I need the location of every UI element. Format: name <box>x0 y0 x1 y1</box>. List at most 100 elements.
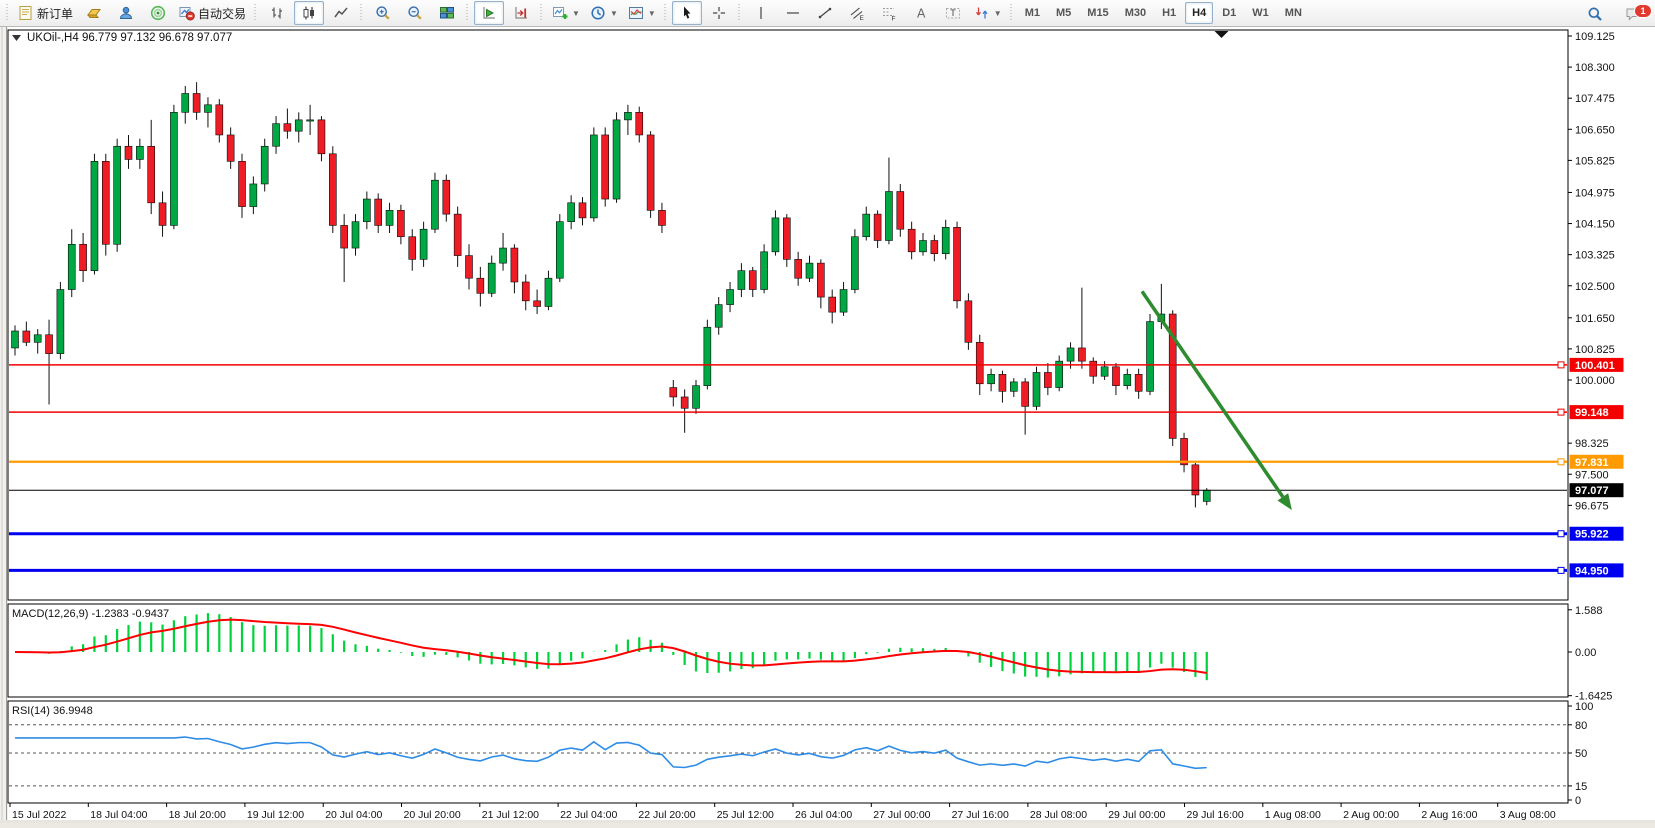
algo-trading-button[interactable]: 自动交易 <box>175 1 250 25</box>
candle <box>500 248 507 263</box>
periods-button[interactable]: ▼ <box>586 1 622 25</box>
text-button[interactable]: A <box>906 1 936 25</box>
candle <box>397 210 404 236</box>
candle <box>307 120 314 121</box>
candle <box>670 388 677 397</box>
community-icon <box>118 5 134 21</box>
candle <box>273 124 280 147</box>
search-icon <box>1587 6 1603 22</box>
svg-text:29 Jul 00:00: 29 Jul 00:00 <box>1108 809 1165 821</box>
timeframe-h1-button[interactable]: H1 <box>1155 2 1183 24</box>
timeframe-m1-button[interactable]: M1 <box>1018 2 1047 24</box>
candle <box>851 237 858 290</box>
community-button[interactable] <box>111 1 141 25</box>
svg-text:0: 0 <box>1575 795 1581 807</box>
crosshair-button[interactable] <box>704 1 734 25</box>
new-order-icon <box>18 5 34 21</box>
timeframe-w1-button[interactable]: W1 <box>1245 2 1276 24</box>
text-icon: A <box>913 5 929 21</box>
candle <box>466 256 473 279</box>
candle <box>216 105 223 135</box>
trendline-button[interactable] <box>810 1 840 25</box>
candle <box>341 225 348 248</box>
notifications-button[interactable]: 1 <box>1618 2 1648 26</box>
candle <box>477 278 484 293</box>
search-button[interactable] <box>1580 2 1610 26</box>
svg-text:95.922: 95.922 <box>1575 529 1609 541</box>
auto-scroll-button[interactable] <box>474 1 504 25</box>
chart-shift-button[interactable] <box>506 1 536 25</box>
toolbar-grip <box>359 4 363 22</box>
autoscroll-icon <box>481 5 497 21</box>
dropdown-caret-icon: ▼ <box>994 9 1002 18</box>
timeframe-m30-button[interactable]: M30 <box>1118 2 1153 24</box>
horizontal-line-button[interactable] <box>778 1 808 25</box>
candle <box>80 244 87 270</box>
candle <box>159 203 166 226</box>
svg-text:20 Jul 04:00: 20 Jul 04:00 <box>325 809 382 821</box>
new-order-button-label: 新订单 <box>37 5 73 22</box>
timeframe-d1-button[interactable]: D1 <box>1215 2 1243 24</box>
signals-button[interactable] <box>143 1 173 25</box>
timeframe-mn-button[interactable]: MN <box>1278 2 1309 24</box>
timeframe-m5-button[interactable]: M5 <box>1049 2 1078 24</box>
candle <box>545 278 552 306</box>
fibonacci-button[interactable]: F <box>874 1 904 25</box>
candle <box>590 135 597 218</box>
new-order-button[interactable]: 新订单 <box>14 1 77 25</box>
candle <box>636 112 643 135</box>
dropdown-caret-icon: ▼ <box>648 9 656 18</box>
rsi-label: RSI(14) 36.9948 <box>12 705 93 717</box>
candle <box>182 93 189 112</box>
svg-text:97.077: 97.077 <box>1575 485 1609 497</box>
svg-text:18 Jul 04:00: 18 Jul 04:00 <box>90 809 147 821</box>
candle <box>749 271 756 290</box>
candle <box>443 180 450 214</box>
svg-text:3 Aug 08:00: 3 Aug 08:00 <box>1500 809 1556 821</box>
text-label-button[interactable]: T <box>938 1 968 25</box>
charts-gold-button[interactable] <box>79 1 109 25</box>
svg-text:107.475: 107.475 <box>1575 93 1615 105</box>
candlestick-button[interactable] <box>294 1 324 25</box>
bar-chart-button[interactable] <box>262 1 292 25</box>
candle <box>908 229 915 252</box>
candle <box>125 146 132 159</box>
candle <box>352 222 359 248</box>
hline-icon <box>785 5 801 21</box>
candle <box>954 227 961 301</box>
indicators-icon <box>552 5 568 21</box>
line-chart-button[interactable] <box>326 1 356 25</box>
zoom-out-button[interactable] <box>400 1 430 25</box>
svg-text:21 Jul 12:00: 21 Jul 12:00 <box>482 809 539 821</box>
candle <box>23 331 30 342</box>
candle <box>738 271 745 290</box>
tile-windows-button[interactable] <box>432 1 462 25</box>
fibo-icon: F <box>881 5 897 21</box>
svg-text:15 Jul 2022: 15 Jul 2022 <box>12 809 66 821</box>
candle <box>261 146 268 184</box>
candle <box>454 214 461 255</box>
cursor-button[interactable] <box>672 1 702 25</box>
zoom-in-button[interactable] <box>368 1 398 25</box>
toolbar-right: 1 <box>1579 0 1649 27</box>
svg-text:A: A <box>917 7 926 21</box>
trendline-icon <box>817 5 833 21</box>
vertical-line-button[interactable] <box>746 1 776 25</box>
svg-text:100.825: 100.825 <box>1575 344 1615 356</box>
equidistant-channel-button[interactable]: E <box>842 1 872 25</box>
svg-text:100: 100 <box>1575 701 1593 713</box>
timeframe-m15-button[interactable]: M15 <box>1080 2 1115 24</box>
svg-text:22 Jul 04:00: 22 Jul 04:00 <box>560 809 617 821</box>
arrows-button[interactable]: ▼ <box>970 1 1006 25</box>
candle <box>920 241 927 252</box>
timeframe-h4-button[interactable]: H4 <box>1185 2 1213 24</box>
crosshair-icon <box>711 5 727 21</box>
svg-text:96.675: 96.675 <box>1575 500 1609 512</box>
candle <box>761 252 768 290</box>
svg-text:1 Aug 08:00: 1 Aug 08:00 <box>1265 809 1321 821</box>
svg-text:94.950: 94.950 <box>1575 565 1609 577</box>
indicators-button[interactable]: ▼ <box>548 1 584 25</box>
candle <box>136 146 143 159</box>
candle <box>363 199 370 222</box>
templates-button[interactable]: ▼ <box>624 1 660 25</box>
